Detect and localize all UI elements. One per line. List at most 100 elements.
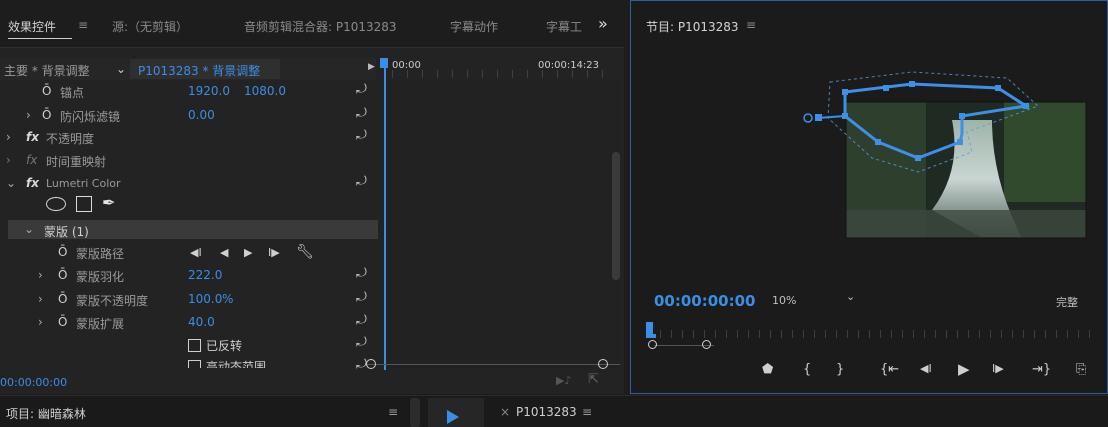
mask-opacity-value[interactable]: 100.0 xyxy=(188,292,222,306)
mask-vertex[interactable] xyxy=(959,113,965,119)
mask-vertex[interactable] xyxy=(842,113,848,119)
step-forward-icon[interactable]: Ι▶ xyxy=(992,362,1004,375)
anchor-y-value[interactable]: 1080.0 xyxy=(244,84,286,98)
expand-chevron-icon[interactable]: › xyxy=(6,130,11,144)
program-playhead[interactable] xyxy=(646,322,653,334)
mask-label[interactable]: 蒙版 (1) xyxy=(44,223,89,240)
tab-caption-motion[interactable]: 字幕动作 xyxy=(450,18,498,35)
time-ruler[interactable] xyxy=(392,70,612,78)
playhead-handle[interactable] xyxy=(380,58,388,68)
stopwatch-icon[interactable]: Ō xyxy=(42,84,51,98)
anchor-x-value[interactable]: 1920.0 xyxy=(188,84,230,98)
track-selected-backward-icon[interactable]: ◀ xyxy=(220,246,228,259)
zoom-handle-right[interactable] xyxy=(598,359,608,369)
tab-program-monitor[interactable]: 节目: P1013283 xyxy=(646,18,739,35)
panel-resize-handle[interactable] xyxy=(410,398,420,427)
fx-icon[interactable]: fx xyxy=(26,176,39,190)
go-to-in-icon[interactable]: {⇤ xyxy=(880,362,899,377)
reset-inverted-icon[interactable]: ⤾ xyxy=(356,335,367,350)
reset-mask-opacity-icon[interactable]: ⤾ xyxy=(356,290,367,305)
add-marker-icon[interactable]: ⬟ xyxy=(762,362,773,377)
playhead-line[interactable] xyxy=(384,64,386,370)
expand-chevron-icon[interactable]: › xyxy=(6,153,11,167)
zoom-handle-left[interactable] xyxy=(366,359,376,369)
play-button-icon[interactable]: ▶ xyxy=(958,360,970,378)
mask-vertex[interactable] xyxy=(915,155,921,161)
mask-vertex[interactable] xyxy=(957,139,963,145)
play-only-icon[interactable]: ▶ xyxy=(368,62,375,72)
mask-expansion-value[interactable]: 40.0 xyxy=(188,315,215,329)
panel-menu-icon[interactable]: ≡ xyxy=(582,405,592,419)
track-backward-icon[interactable]: ◀Ι xyxy=(190,246,202,259)
tab-audio-clip-mixer[interactable]: 音频剪辑混合器: P1013283 xyxy=(244,18,397,35)
project-panel-title[interactable]: 项目: 幽暗森林 xyxy=(6,405,86,422)
wrench-icon[interactable]: 🔧︎ xyxy=(296,244,314,260)
program-zoom-handle-left[interactable] xyxy=(648,340,657,349)
mask-vertex[interactable] xyxy=(883,85,889,91)
mask-vertex[interactable] xyxy=(875,139,881,145)
program-timecode[interactable]: 00:00:00:00 xyxy=(654,292,756,310)
keyframe-timeline[interactable] xyxy=(384,80,620,370)
sequence-tab[interactable]: P1013283 xyxy=(516,405,577,419)
mask-vertex[interactable] xyxy=(842,89,848,95)
program-video-preview[interactable] xyxy=(632,60,1106,270)
mask-feather-handle[interactable] xyxy=(803,113,813,123)
reset-antiflicker-icon[interactable]: ⤾ xyxy=(356,106,367,121)
stopwatch-icon[interactable]: Ō xyxy=(42,108,51,122)
export-frame-icon[interactable]: ⇱ xyxy=(588,372,599,387)
program-time-ruler[interactable] xyxy=(660,330,1100,338)
reset-lumetri-icon[interactable]: ⤾ xyxy=(356,174,367,189)
panel-menu-icon[interactable]: ≡ xyxy=(78,18,88,32)
mask-feather-value[interactable]: 222.0 xyxy=(188,268,222,282)
playback-resolution-value[interactable]: 完整 xyxy=(1056,294,1078,310)
ellipse-mask-icon[interactable] xyxy=(46,197,66,211)
clip-selector-label[interactable]: P1013283 * 背景调整 xyxy=(138,62,260,79)
export-frame-icon[interactable]: ⎘ xyxy=(1076,362,1086,377)
inverted-checkbox[interactable] xyxy=(188,339,201,352)
expand-chevron-icon[interactable]: › xyxy=(38,292,43,306)
reset-anchor-icon[interactable]: ⤾ xyxy=(356,82,367,97)
step-back-icon[interactable]: ◀Ι xyxy=(920,362,932,375)
mask-bezier-handle[interactable] xyxy=(817,115,846,119)
fx-icon[interactable]: fx xyxy=(26,153,37,167)
fx-icon[interactable]: fx xyxy=(26,130,39,144)
expand-chevron-icon[interactable]: › xyxy=(38,268,43,282)
zoom-level-value[interactable]: 10% xyxy=(772,294,796,307)
play-audio-icon[interactable]: ▶♪ xyxy=(556,374,571,387)
stopwatch-icon[interactable]: Ō xyxy=(58,315,67,329)
vertical-scrollbar[interactable] xyxy=(612,152,620,280)
tab-effect-controls[interactable]: 效果控件 xyxy=(8,18,56,35)
reset-opacity-icon[interactable]: ⤾ xyxy=(356,128,367,143)
expand-chevron-icon[interactable]: › xyxy=(26,108,31,122)
program-zoom-handle-right[interactable] xyxy=(702,340,711,349)
mask-vertex[interactable] xyxy=(909,81,915,87)
expand-chevron-icon[interactable]: › xyxy=(38,315,43,329)
tab-caption[interactable]: 字幕工 xyxy=(546,18,582,35)
panel-menu-icon[interactable]: ≡ xyxy=(388,405,398,419)
chevron-down-icon[interactable]: ⌄ xyxy=(846,290,855,303)
collapse-chevron-icon[interactable]: ⌄ xyxy=(6,176,16,190)
panel-menu-icon[interactable]: ≡ xyxy=(746,18,756,32)
stopwatch-icon[interactable]: Ō xyxy=(58,292,67,306)
pen-mask-icon[interactable]: ✒ xyxy=(102,193,115,212)
close-tab-icon[interactable]: × xyxy=(500,405,510,419)
collapse-chevron-icon[interactable]: ⌄ xyxy=(24,222,34,236)
go-to-out-icon[interactable]: ⇥} xyxy=(1032,362,1051,377)
mask-vertex[interactable] xyxy=(815,114,822,121)
effect-controls-timecode[interactable]: 00:00:00:00 xyxy=(0,376,67,389)
chevron-down-icon[interactable]: ⌄ xyxy=(116,62,126,76)
rectangle-mask-icon[interactable] xyxy=(76,196,92,212)
reset-mask-feather-icon[interactable]: ⤾ xyxy=(356,266,367,281)
mark-out-icon[interactable]: } xyxy=(836,362,844,377)
reset-mask-expansion-icon[interactable]: ⤾ xyxy=(356,313,367,328)
antiflicker-value[interactable]: 0.00 xyxy=(188,108,215,122)
stopwatch-icon[interactable]: Ō xyxy=(58,268,67,282)
zoom-scrollbar-track[interactable] xyxy=(366,364,620,365)
tab-overflow-icon[interactable]: » xyxy=(598,14,608,33)
mask-vertex[interactable] xyxy=(1023,103,1029,109)
mask-vertex[interactable] xyxy=(995,85,1001,91)
track-selected-forward-icon[interactable]: ▶ xyxy=(244,246,252,259)
tab-source[interactable]: 源:（无剪辑） xyxy=(112,18,188,35)
track-forward-icon[interactable]: Ι▶ xyxy=(268,246,280,259)
hdr-checkbox[interactable] xyxy=(188,360,201,368)
